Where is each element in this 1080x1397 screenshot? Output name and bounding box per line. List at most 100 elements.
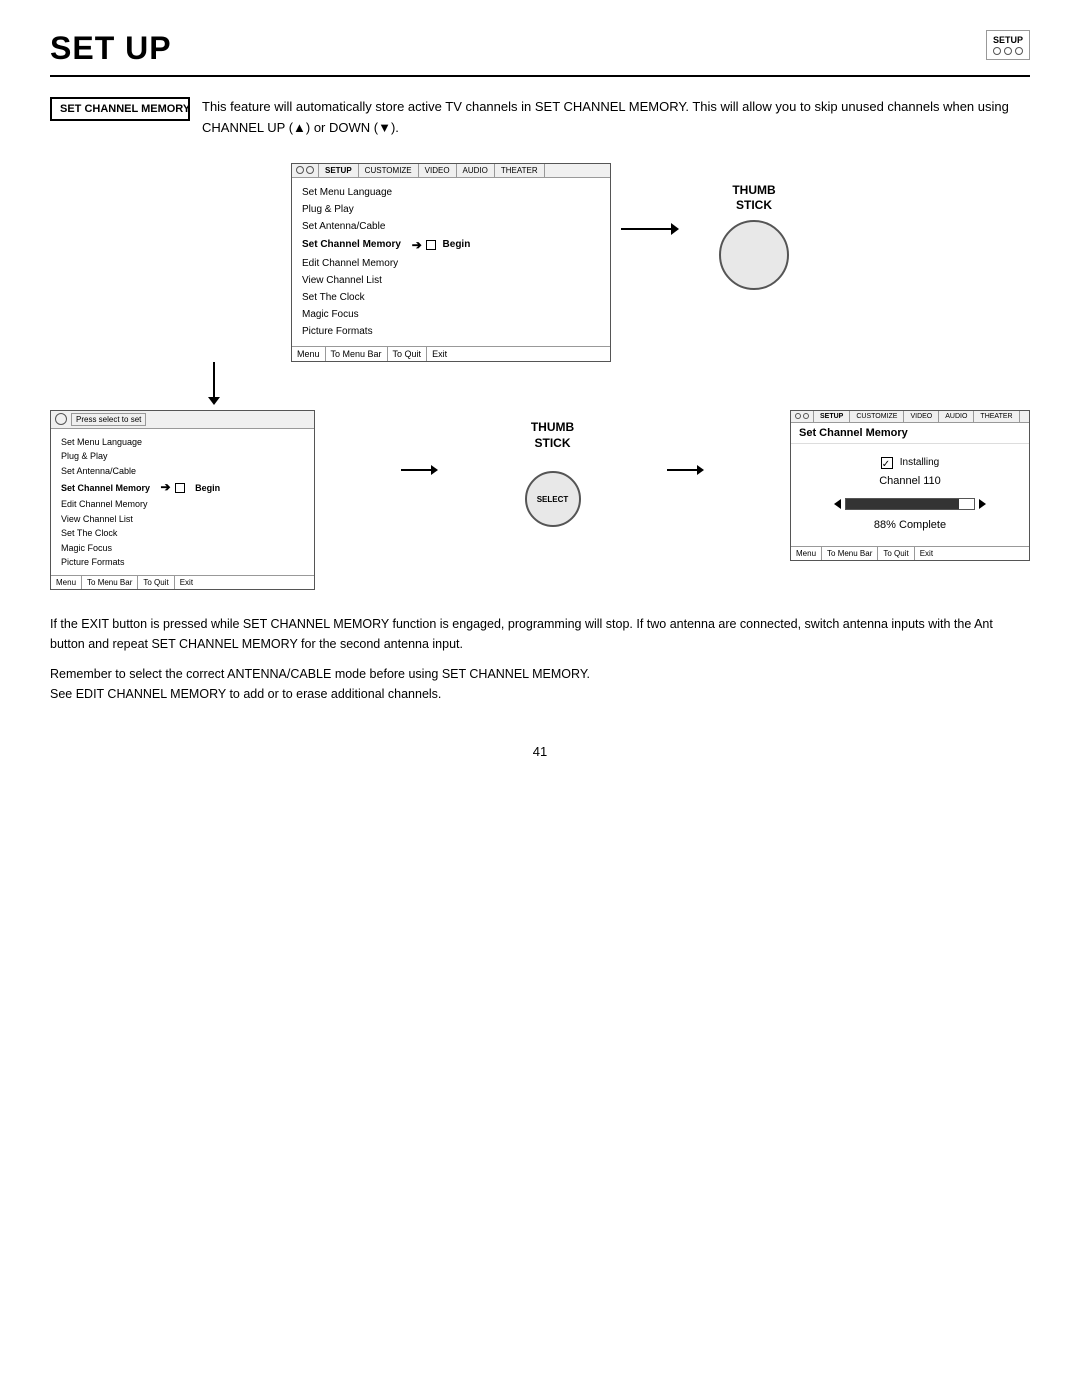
bl-footer-exit: Exit	[175, 576, 198, 589]
br-footer-to-menu-bar: To Menu Bar	[822, 547, 878, 560]
bl-footer-menu: Menu	[51, 576, 82, 589]
bottom-left-tv-header: Press select to set	[51, 411, 314, 429]
top-menu-item-9: Picture Formats	[302, 323, 600, 340]
bl-small-square-icon	[175, 483, 185, 493]
arrow-head-right-icon	[671, 223, 679, 235]
progress-text: 88% Complete	[805, 516, 1015, 536]
page-title: SET UP	[50, 30, 172, 67]
top-diagram-wrapper: SETUP CUSTOMIZE VIDEO AUDIO THEATER Set …	[50, 163, 1030, 362]
top-tv-tab-video: VIDEO	[419, 164, 457, 177]
top-tv-screen: SETUP CUSTOMIZE VIDEO AUDIO THEATER Set …	[291, 163, 611, 362]
page-header: SET UP SETUP	[50, 30, 1030, 77]
top-menu-item-5: Edit Channel Memory	[302, 255, 600, 272]
installing-label: Installing	[900, 454, 939, 472]
top-tv-tabs: SETUP CUSTOMIZE VIDEO AUDIO THEATER	[292, 164, 610, 178]
bl-horiz-line	[401, 469, 431, 471]
spacer	[50, 362, 1030, 410]
top-tv-tab-customize: CUSTOMIZE	[359, 164, 419, 177]
circle-icon-3	[1015, 47, 1023, 55]
top-tv-tab-audio: AUDIO	[457, 164, 495, 177]
br-horiz-line	[667, 469, 697, 471]
bottom-thumb-label: THUMBSTICK	[531, 420, 574, 451]
br-tv-title: Set Channel Memory	[791, 423, 1029, 444]
vert-line	[213, 362, 215, 397]
br-arrow-head-right-icon	[697, 465, 704, 475]
top-menu-item-2: Plug & Play	[302, 201, 600, 218]
br-tv-tabs: SETUP CUSTOMIZE VIDEO AUDIO THEATER	[791, 411, 1029, 423]
bottom-right-tv-container: SETUP CUSTOMIZE VIDEO AUDIO THEATER Set …	[790, 410, 1030, 561]
dot-icon-2	[306, 166, 314, 174]
br-tab-video: VIDEO	[904, 411, 939, 422]
small-square-icon	[426, 240, 436, 250]
top-menu-item-1: Set Menu Language	[302, 184, 600, 201]
br-tab-icons	[791, 411, 814, 422]
intro-text: This feature will automatically store ac…	[202, 97, 1030, 139]
small-dot-icon	[55, 413, 67, 425]
top-diagram-area: SETUP CUSTOMIZE VIDEO AUDIO THEATER Set …	[50, 163, 1030, 362]
tri-right-icon	[979, 499, 986, 509]
intro-section: SET CHANNEL MEMORY This feature will aut…	[50, 97, 1030, 139]
body-text-section: If the EXIT button is pressed while SET …	[50, 614, 1030, 704]
installing-row: Installing	[805, 454, 1015, 472]
setup-icon-box: SETUP	[986, 30, 1030, 60]
press-select-text: Press select to set	[71, 413, 146, 426]
br-dot-icon-2	[803, 413, 809, 419]
body-paragraph-2: Remember to select the correct ANTENNA/C…	[50, 664, 1030, 704]
setup-icon-circles	[993, 47, 1023, 55]
bl-arrow-right-icon: ➔	[161, 478, 171, 497]
installing-content: Installing Channel 110 88% Complete	[791, 444, 1029, 546]
bottom-right-arrow	[667, 465, 704, 475]
circle-icon-1	[993, 47, 1001, 55]
bl-menu-item-3: Set Antenna/Cable	[61, 464, 304, 478]
top-arrow-connector	[621, 223, 679, 235]
br-tab-setup: SETUP	[814, 411, 850, 422]
bottom-right-tv: SETUP CUSTOMIZE VIDEO AUDIO THEATER Set …	[790, 410, 1030, 561]
br-footer-to-quit: To Quit	[878, 547, 914, 560]
bottom-left-menu-list: Set Menu Language Plug & Play Set Antenn…	[51, 429, 314, 575]
bl-menu-item-9: Picture Formats	[61, 555, 304, 569]
br-tv-footer: Menu To Menu Bar To Quit Exit	[791, 546, 1029, 560]
bl-menu-item-1: Set Menu Language	[61, 435, 304, 449]
br-footer-exit: Exit	[915, 547, 938, 560]
br-tab-theater: THEATER	[974, 411, 1019, 422]
bottom-diagrams-row: Press select to set Set Menu Language Pl…	[50, 410, 1030, 590]
setup-label: SETUP	[993, 35, 1023, 45]
br-footer-menu: Menu	[791, 547, 822, 560]
progress-bar-fill	[846, 499, 959, 509]
select-label: SELECT	[537, 495, 569, 504]
circle-icon-2	[1004, 47, 1012, 55]
body-paragraph-1: If the EXIT button is pressed while SET …	[50, 614, 1030, 654]
arrow-right-icon: ➔	[412, 235, 422, 255]
footer-exit: Exit	[427, 347, 452, 361]
thumb-stick-container: THUMBSTICK	[719, 183, 789, 290]
horiz-line	[621, 228, 671, 230]
thumb-stick-label: THUMBSTICK	[732, 183, 775, 214]
thumb-stick-circle	[719, 220, 789, 290]
top-tv-menu-list: Set Menu Language Plug & Play Set Antenn…	[292, 178, 610, 346]
top-menu-item-8: Magic Focus	[302, 306, 600, 323]
bottom-left-arrow	[401, 465, 438, 475]
top-tv-icon-tab	[292, 164, 319, 177]
top-tv-tab-theater: THEATER	[495, 164, 545, 177]
channel-label: Channel 110	[805, 472, 1015, 492]
bl-menu-item-8: Magic Focus	[61, 541, 304, 555]
bottom-thumb-container: THUMBSTICK SELECT	[525, 420, 581, 527]
top-menu-item-7: Set The Clock	[302, 289, 600, 306]
bl-menu-item-2: Plug & Play	[61, 449, 304, 463]
br-tab-customize: CUSTOMIZE	[850, 411, 904, 422]
vert-arrow-down-icon	[208, 397, 220, 405]
bl-menu-item-6: View Channel List	[61, 512, 304, 526]
bl-tv-footer: Menu To Menu Bar To Quit Exit	[51, 575, 314, 589]
br-dot-icon-1	[795, 413, 801, 419]
bl-footer-to-menu-bar: To Menu Bar	[82, 576, 138, 589]
br-tab-audio: AUDIO	[939, 411, 974, 422]
bottom-left-tv: Press select to set Set Menu Language Pl…	[50, 410, 315, 590]
page-number: 41	[50, 744, 1030, 759]
bottom-left-tv-container: Press select to set Set Menu Language Pl…	[50, 410, 315, 590]
footer-menu: Menu	[292, 347, 326, 361]
bl-menu-item-7: Set The Clock	[61, 526, 304, 540]
top-menu-item-4-active: Set Channel Memory ➔ Begin	[302, 235, 600, 255]
top-menu-item-6: View Channel List	[302, 272, 600, 289]
bl-menu-item-4-active: Set Channel Memory ➔ Begin	[61, 478, 304, 497]
bl-menu-item-5: Edit Channel Memory	[61, 497, 304, 511]
